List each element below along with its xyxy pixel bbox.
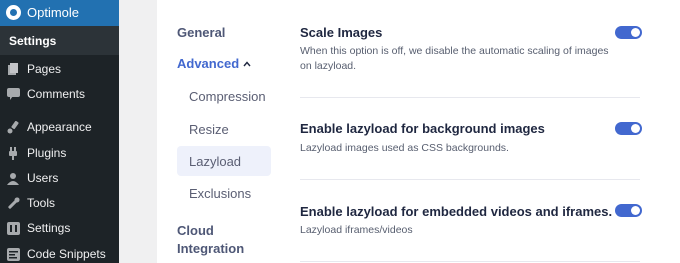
sidebar-submenu-settings[interactable]: Settings [0,26,119,55]
toggle-knob [631,124,640,133]
setting-description: Lazyload images used as CSS backgrounds. [300,142,509,154]
nav-cloud-integration-line2[interactable]: Integration [177,241,244,256]
divider [300,97,640,98]
optimole-logo-icon [6,5,21,20]
settings-icon [6,221,20,235]
wp-admin-sidebar: Optimole Settings Pages Comments Appeara… [0,0,119,263]
users-icon [6,171,20,185]
sidebar-item-label: Code Snippets [27,247,106,261]
sidebar-item-label: Tools [27,196,56,210]
sidebar-item-label: Plugins [27,146,67,160]
chevron-up-icon[interactable] [243,61,251,67]
videos-iframes-toggle[interactable] [615,204,642,217]
toggle-knob [631,28,640,37]
comments-icon [6,87,20,101]
tools-icon [6,196,20,210]
sidebar-item-settings[interactable]: Settings [0,216,119,240]
settings-panel: General Advanced Compression Resize Lazy… [157,0,680,263]
appearance-icon [6,120,20,134]
sidebar-item-label: Comments [27,87,86,101]
sidebar-item-label: Users [27,171,59,185]
divider [300,261,640,262]
sidebar-item-label: Settings [27,221,71,235]
nav-general[interactable]: General [177,25,225,40]
sidebar-item-plugins[interactable]: Plugins [0,141,119,165]
code-snippets-icon [6,247,20,261]
sidebar-item-label: Appearance [27,120,92,134]
sidebar-item-users[interactable]: Users [0,166,119,190]
nav-lazyload-label: Lazyload [189,154,242,169]
nav-resize[interactable]: Resize [189,122,229,137]
setting-description: on lazyload. [300,60,357,72]
background-images-toggle[interactable] [615,122,642,135]
sidebar-item-comments[interactable]: Comments [0,82,119,106]
setting-description: Lazyload iframes/videos [300,224,413,236]
sidebar-item-optimole[interactable]: Optimole [0,0,119,26]
nav-exclusions[interactable]: Exclusions [189,186,251,201]
toggle-knob [631,206,640,215]
sidebar-item-label: Pages [27,62,62,76]
setting-title: Scale Images [300,25,383,40]
plugins-icon [6,146,20,160]
sidebar-item-tools[interactable]: Tools [0,191,119,215]
nav-advanced[interactable]: Advanced [177,56,239,71]
setting-title: Enable lazyload for background images [300,121,545,136]
nav-lazyload[interactable]: Lazyload [177,146,271,176]
sidebar-item-label: Optimole [27,5,80,20]
submenu-label: Settings [9,34,57,48]
pages-icon [6,62,20,76]
nav-compression[interactable]: Compression [189,89,266,104]
sidebar-item-code-snippets[interactable]: Code Snippets [0,242,119,263]
scale-images-toggle[interactable] [615,26,642,39]
sidebar-item-pages[interactable]: Pages [0,57,119,81]
divider [300,179,640,180]
setting-title: Enable lazyload for embedded videos and … [300,204,613,219]
sidebar-item-appearance[interactable]: Appearance [0,115,119,139]
setting-description: When this option is off, we disable the … [300,45,609,57]
nav-cloud-integration-line1[interactable]: Cloud [177,223,214,238]
